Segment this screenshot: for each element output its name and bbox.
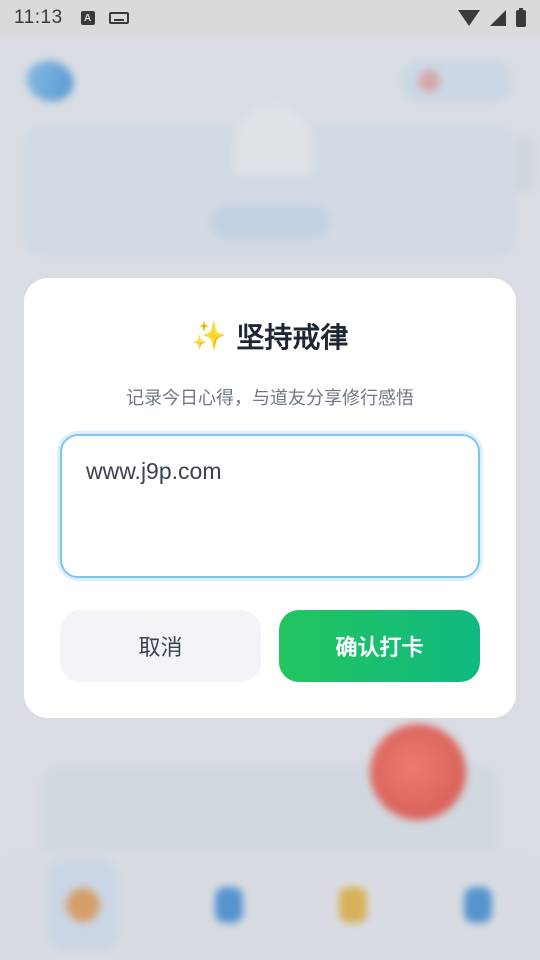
status-right-icons <box>458 7 526 27</box>
dialog-title-row: ✨ 坚持戒律 <box>24 316 516 356</box>
note-input[interactable]: www.j9p.com <box>60 434 480 578</box>
note-input-value: www.j9p.com <box>86 458 222 484</box>
checkin-dialog: ✨ 坚持戒律 记录今日心得，与道友分享修行感悟 www.j9p.com 取消 确… <box>24 278 516 718</box>
dialog-title: 坚持戒律 <box>236 321 349 354</box>
wifi-icon <box>458 10 480 26</box>
signal-icon <box>490 10 506 26</box>
keyboard-icon <box>108 12 129 24</box>
cancel-button[interactable]: 取消 <box>60 610 261 682</box>
status-time: 11:13 <box>14 7 63 28</box>
confirm-checkin-button[interactable]: 确认打卡 <box>279 610 480 682</box>
status-left-icons: A <box>80 11 129 25</box>
a-notification-icon: A <box>80 11 95 25</box>
dialog-button-row: 取消 确认打卡 <box>60 610 480 682</box>
status-bar: 11:13 A <box>0 0 540 36</box>
battery-icon <box>516 7 526 27</box>
sparkles-icon: ✨ <box>191 319 227 352</box>
dialog-subtitle: 记录今日心得，与道友分享修行感悟 <box>126 388 414 409</box>
